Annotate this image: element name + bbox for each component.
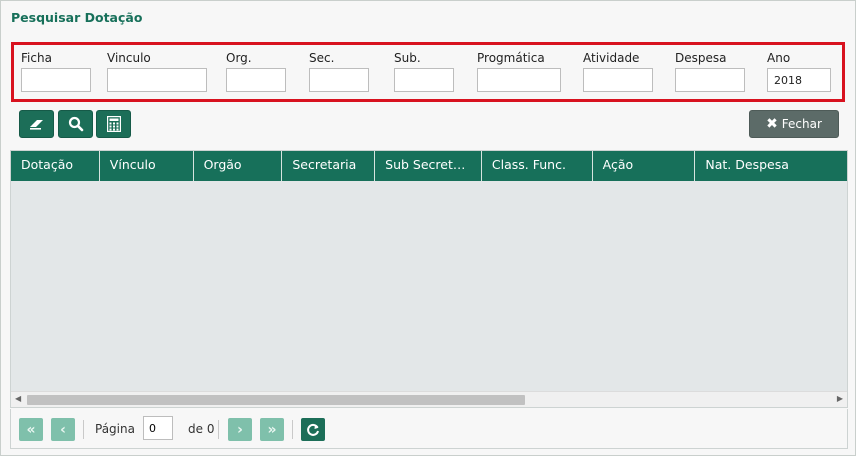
ficha-input[interactable] bbox=[21, 68, 91, 92]
filter-progmatica: Progmática bbox=[477, 51, 561, 92]
scrollbar-thumb[interactable] bbox=[27, 395, 525, 405]
window-title: Pesquisar Dotação bbox=[11, 10, 143, 25]
horizontal-scrollbar[interactable]: ◀ ▶ bbox=[11, 391, 847, 407]
filter-sub: Sub. bbox=[394, 51, 454, 92]
calculator-button[interactable] bbox=[96, 110, 131, 138]
sec-input[interactable] bbox=[309, 68, 369, 92]
pager-divider bbox=[292, 420, 293, 439]
calculator-icon bbox=[106, 116, 121, 132]
filter-ficha-label: Ficha bbox=[21, 51, 52, 65]
pager-divider bbox=[218, 420, 219, 439]
filter-org: Org. bbox=[226, 51, 286, 92]
filter-sub-label: Sub. bbox=[394, 51, 421, 65]
filter-ficha: Ficha bbox=[21, 51, 91, 92]
last-page-button[interactable]: » bbox=[260, 418, 284, 441]
scroll-left-icon[interactable]: ◀ bbox=[15, 394, 21, 403]
eraser-icon bbox=[29, 120, 43, 130]
pager: « ‹ Página de 0 › » bbox=[10, 409, 848, 449]
filter-panel: Ficha Vinculo Org. Sec. Sub. Progmática … bbox=[11, 42, 845, 102]
filter-atividade-label: Atividade bbox=[583, 51, 640, 65]
filter-ano: Ano bbox=[767, 51, 831, 92]
progmatica-input[interactable] bbox=[477, 68, 561, 92]
filter-atividade: Atividade bbox=[583, 51, 653, 92]
filter-vinculo-label: Vinculo bbox=[107, 51, 151, 65]
page-total-label: de 0 bbox=[188, 422, 215, 436]
chevron-left-icon: ‹ bbox=[60, 421, 66, 438]
page-label: Página bbox=[95, 422, 135, 436]
first-page-button[interactable]: « bbox=[19, 418, 43, 441]
search-dotacao-window: Pesquisar Dotação Ficha Vinculo Org. Sec… bbox=[0, 0, 856, 456]
refresh-button[interactable] bbox=[301, 418, 325, 441]
filter-vinculo: Vinculo bbox=[107, 51, 207, 92]
filter-sec: Sec. bbox=[309, 51, 369, 92]
double-chevron-left-icon: « bbox=[26, 421, 36, 438]
vinculo-input[interactable] bbox=[107, 68, 207, 92]
scroll-right-icon[interactable]: ▶ bbox=[837, 394, 843, 403]
next-page-button[interactable]: › bbox=[228, 418, 252, 441]
clear-button[interactable] bbox=[19, 110, 54, 138]
column-header-nat-despesa[interactable]: Nat. Despesa bbox=[695, 151, 847, 181]
filter-sec-label: Sec. bbox=[309, 51, 335, 65]
ano-input[interactable] bbox=[767, 68, 831, 92]
despesa-input[interactable] bbox=[675, 68, 745, 92]
column-header-vinculo[interactable]: Vínculo bbox=[100, 151, 194, 181]
filter-progmatica-label: Progmática bbox=[477, 51, 545, 65]
close-button-label: Fechar bbox=[781, 117, 822, 131]
column-header-orgao[interactable]: Orgão bbox=[194, 151, 283, 181]
filter-despesa-label: Despesa bbox=[675, 51, 727, 65]
search-icon bbox=[68, 116, 83, 132]
sub-input[interactable] bbox=[394, 68, 454, 92]
search-button[interactable] bbox=[58, 110, 93, 138]
prev-page-button[interactable]: ‹ bbox=[51, 418, 75, 441]
filter-org-label: Org. bbox=[226, 51, 252, 65]
column-header-class-func[interactable]: Class. Func. bbox=[482, 151, 593, 181]
column-header-sub-secretaria[interactable]: Sub Secret… bbox=[375, 151, 482, 181]
grid-header: Dotação Vínculo Orgão Secretaria Sub Sec… bbox=[11, 151, 847, 181]
refresh-icon bbox=[307, 423, 319, 436]
org-input[interactable] bbox=[226, 68, 286, 92]
column-header-dotacao[interactable]: Dotação bbox=[11, 151, 100, 181]
results-grid: Dotação Vínculo Orgão Secretaria Sub Sec… bbox=[10, 150, 848, 408]
double-chevron-right-icon: » bbox=[267, 421, 277, 438]
column-header-acao[interactable]: Ação bbox=[593, 151, 696, 181]
column-header-secretaria[interactable]: Secretaria bbox=[282, 151, 376, 181]
page-number-input[interactable] bbox=[143, 416, 173, 440]
chevron-right-icon: › bbox=[237, 421, 243, 438]
close-icon: ✖ bbox=[766, 116, 778, 132]
filter-despesa: Despesa bbox=[675, 51, 745, 92]
close-button[interactable]: ✖ Fechar bbox=[749, 110, 839, 138]
pager-divider bbox=[83, 420, 84, 439]
atividade-input[interactable] bbox=[583, 68, 653, 92]
filter-ano-label: Ano bbox=[767, 51, 791, 65]
